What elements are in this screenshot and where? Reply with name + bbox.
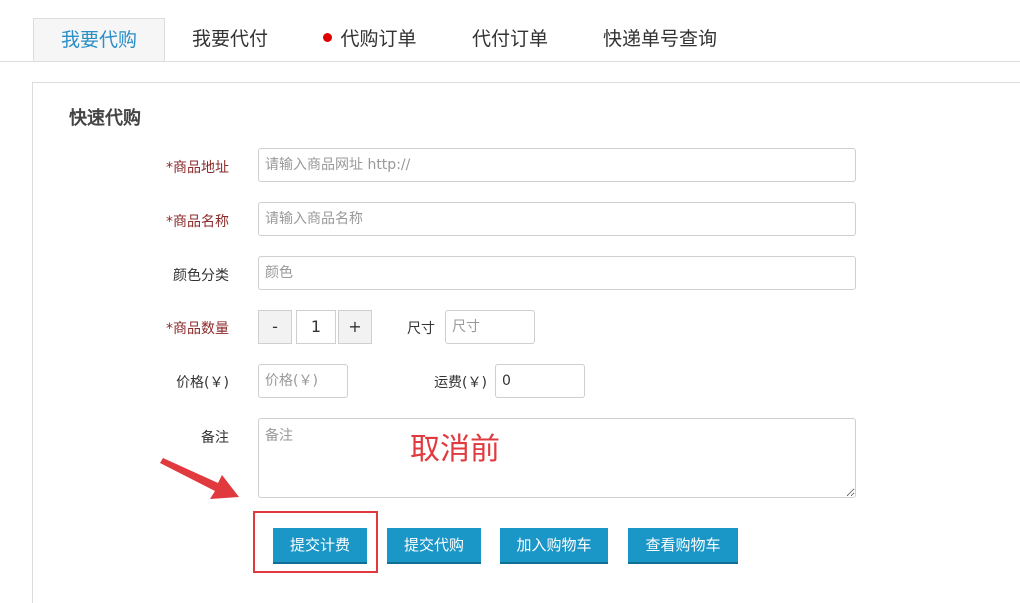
size-input[interactable]: [445, 310, 535, 344]
color-input[interactable]: [258, 256, 856, 290]
name-label: *商品名称: [166, 214, 229, 230]
price-label: 价格(￥): [176, 375, 229, 391]
name-input[interactable]: [258, 202, 856, 236]
note-label: 备注: [201, 430, 229, 446]
url-input[interactable]: [258, 148, 856, 182]
add-to-cart-button[interactable]: 加入购物车: [500, 528, 608, 562]
tab-tracking-lookup[interactable]: 快递单号查询: [585, 18, 735, 61]
price-input[interactable]: [258, 364, 348, 398]
tab-purchase-orders[interactable]: 代购订单: [310, 18, 430, 61]
note-textarea[interactable]: [258, 418, 856, 498]
tab-pay-for-me[interactable]: 我要代付: [175, 18, 285, 61]
submit-fee-button[interactable]: 提交计费: [273, 528, 367, 562]
shipping-input[interactable]: [495, 364, 585, 398]
notification-dot-icon: [323, 33, 333, 42]
size-label: 尺寸: [407, 321, 435, 337]
tab-purchase-orders-label: 代购订单: [340, 28, 417, 50]
view-cart-button[interactable]: 查看购物车: [628, 528, 738, 562]
tab-buy-for-me[interactable]: 我要代购: [33, 18, 165, 61]
color-label: 颜色分类: [173, 268, 229, 284]
quantity-label: *商品数量: [166, 321, 229, 337]
tab-bar: 我要代购 我要代付 代购订单 代付订单 快递单号查询: [0, 0, 1020, 62]
tab-payment-orders[interactable]: 代付订单: [455, 18, 565, 61]
submit-purchase-button[interactable]: 提交代购: [387, 528, 481, 562]
quantity-decrement-button[interactable]: -: [258, 310, 292, 344]
section-title: 快速代购: [69, 108, 141, 129]
annotation-text: 取消前: [410, 432, 500, 467]
shipping-label: 运费(￥): [434, 375, 487, 391]
annotation-arrow-icon: [160, 458, 239, 499]
url-label: *商品地址: [166, 160, 229, 176]
